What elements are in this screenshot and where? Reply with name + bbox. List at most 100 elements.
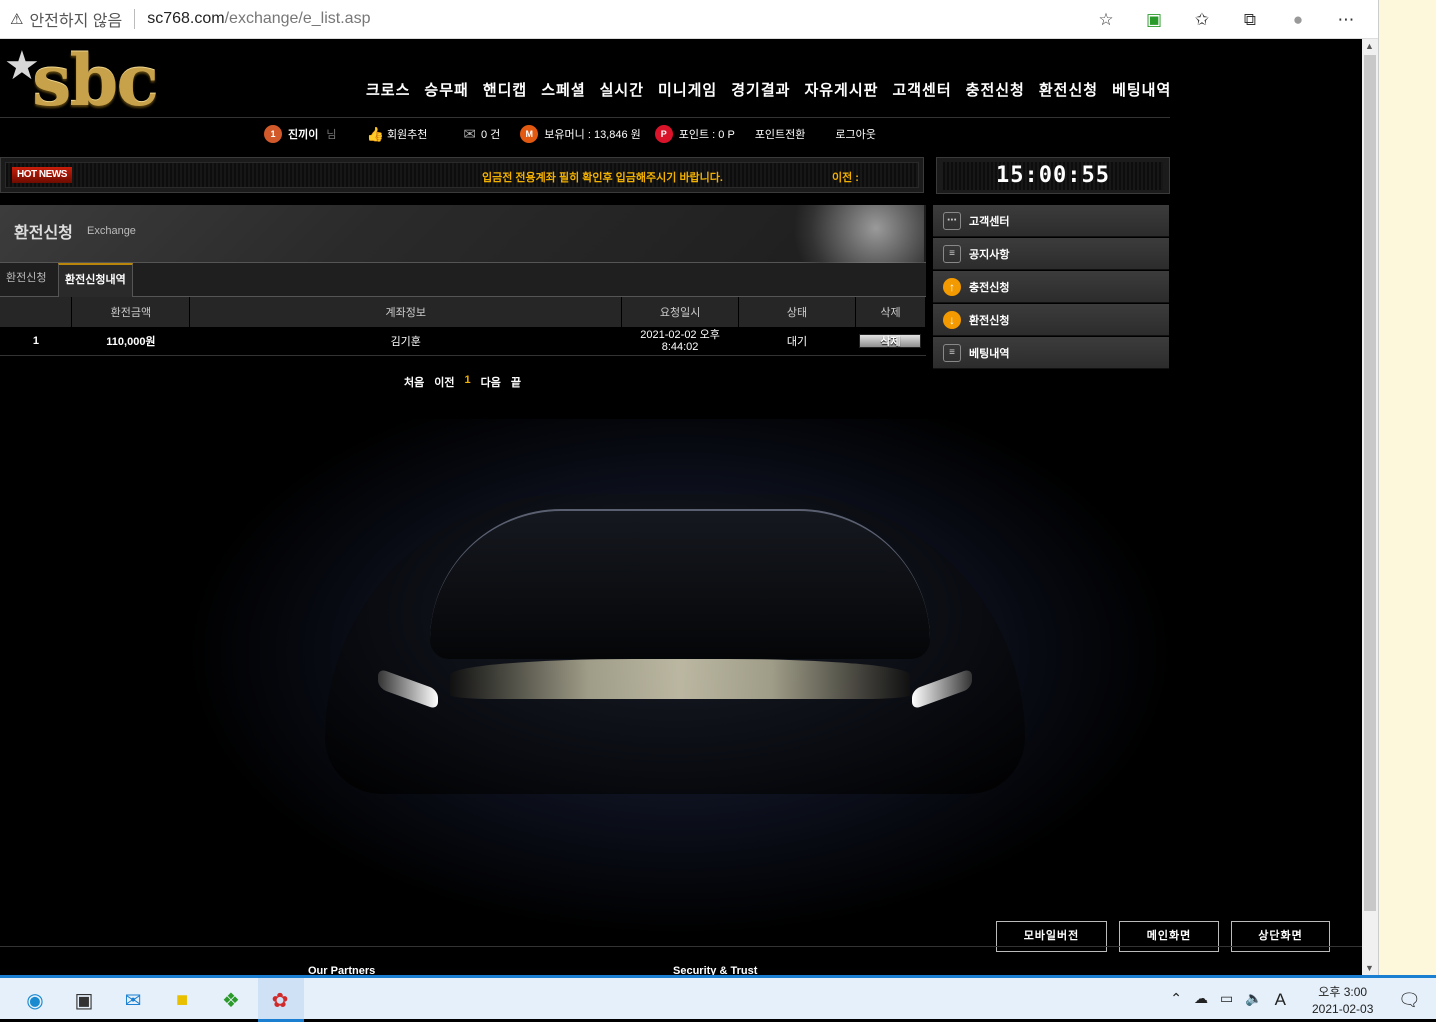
nav-live[interactable]: 실시간 [600, 79, 644, 100]
chat-icon: ⋯ [943, 211, 961, 230]
nav-results[interactable]: 경기결과 [731, 79, 790, 100]
scroll-down-icon[interactable]: ▼ [1365, 963, 1374, 973]
favorites-icon[interactable]: ✩ [1190, 10, 1214, 30]
store-icon[interactable]: ▣ [68, 984, 100, 1016]
news-ticker: HOT NEWS 입금전 전용계좌 필히 확인후 입금해주시기 바랍니다. 이전… [0, 157, 924, 193]
scroll-top-button[interactable]: 상단화면 [1231, 921, 1330, 952]
arrow-down-icon: ↓ [943, 310, 961, 329]
notice-icon: ≡ [943, 244, 961, 263]
nav-exchange[interactable]: 환전신청 [1039, 79, 1098, 100]
browser-address-bar: ⚠ 안전하지 않음 sc768.com/exchange/e_list.asp … [0, 0, 1378, 39]
col-amount: 환전금액 [71, 297, 191, 327]
nav-support[interactable]: 고객센터 [892, 79, 951, 100]
car-hood-highlight [450, 659, 910, 699]
money-icon: M [520, 125, 539, 143]
page-next[interactable]: 다음 [481, 374, 501, 390]
col-status: 상태 [738, 297, 856, 327]
nav-board[interactable]: 자유게시판 [804, 79, 878, 100]
nav-handicap[interactable]: 핸디캡 [483, 79, 527, 100]
logout-link[interactable]: 로그아웃 [835, 126, 875, 142]
side-item-notice[interactable]: ≡ 공지사항 [933, 238, 1169, 270]
sticky-notes-icon[interactable]: ■ [166, 984, 198, 1016]
news-ticker-inner: HOT NEWS 입금전 전용계좌 필히 확인후 입금해주시기 바랍니다. 이전… [5, 162, 919, 188]
thumbs-up-icon: 👍 [366, 125, 384, 142]
warning-icon[interactable]: ⚠ [10, 10, 23, 28]
nav-cross[interactable]: 크로스 [366, 79, 410, 100]
edge-icon[interactable]: ◉ [19, 984, 51, 1016]
tray-time: 오후 3:00 [1318, 985, 1368, 999]
recommend-link[interactable]: 회원추천 [387, 126, 427, 142]
page-prev[interactable]: 이전 [434, 374, 454, 390]
logo-text: sbc [32, 39, 159, 122]
main-page-button[interactable]: 메인화면 [1119, 921, 1219, 952]
network-icon[interactable]: ▭ [1220, 990, 1233, 1010]
page-last[interactable]: 끝 [511, 374, 521, 390]
page-first[interactable]: 처음 [404, 374, 424, 390]
clock-tray[interactable]: 오후 3:00 2021-02-03 [1312, 984, 1373, 1018]
news-prev[interactable]: 이전 : [832, 169, 859, 185]
table-header-row: 환전금액 계좌정보 요청일시 상태 삭제 [0, 297, 927, 327]
divider [0, 946, 1362, 947]
page-content: ★ sbc 크로스 승무패 핸디캡 스페셜 실시간 미니게임 경기결과 자유게시… [0, 39, 1362, 975]
page-current[interactable]: 1 [465, 374, 471, 390]
favorite-add-icon[interactable]: ☆ [1094, 10, 1118, 30]
nav-bet-history[interactable]: 베팅내역 [1112, 79, 1171, 100]
extension-icon[interactable]: ▣ [1142, 10, 1166, 30]
scroll-up-icon[interactable]: ▲ [1365, 41, 1374, 51]
collections-icon[interactable]: ⧉ [1238, 10, 1262, 30]
scroll-thumb[interactable] [1364, 55, 1376, 911]
clock: 15:00:55 [943, 162, 1163, 190]
nav-deposit[interactable]: 충전신청 [966, 79, 1025, 100]
side-item-exchange[interactable]: ↓ 환전신청 [933, 304, 1169, 336]
profile-icon[interactable]: ● [1286, 10, 1310, 30]
point-balance: 포인트 : 0 P [678, 129, 735, 141]
level-icon: 1 [264, 125, 282, 143]
coins-image [764, 205, 924, 263]
side-item-bet-history[interactable]: ≡ 베팅내역 [933, 337, 1169, 369]
more-icon[interactable]: ⋯ [1334, 10, 1358, 30]
nav-minigame[interactable]: 미니게임 [658, 79, 717, 100]
side-item-deposit[interactable]: ↑ 충전신청 [933, 271, 1169, 303]
news-text[interactable]: 입금전 전용계좌 필히 확인후 입금해주시기 바랍니다. [482, 169, 723, 185]
clock-box: 15:00:55 [936, 157, 1170, 194]
site-logo[interactable]: ★ sbc [4, 39, 184, 122]
chevron-up-icon[interactable]: ⌃ [1170, 990, 1182, 1010]
pagination: 처음 이전 1 다음 끝 [404, 374, 521, 390]
cloud-icon[interactable]: ☁ [1194, 990, 1208, 1010]
system-tray: ⌃ ☁ ▭ 🔈 A [1170, 990, 1286, 1010]
envelope-icon[interactable]: ✉ [463, 125, 476, 143]
ime-indicator[interactable]: A [1275, 990, 1286, 1010]
url-field[interactable]: sc768.com/exchange/e_list.asp [147, 10, 370, 28]
paint-icon[interactable]: ✿ [264, 984, 296, 1016]
divider [134, 9, 136, 29]
col-no [0, 297, 73, 327]
side-item-support[interactable]: ⋯ 고객센터 [933, 205, 1169, 237]
tab-exchange-history[interactable]: 환전신청내역 [58, 263, 133, 297]
nav-special[interactable]: 스페셜 [541, 79, 585, 100]
table-row: 1 110,000원 김기훈 2021-02-02 오후 8:44:02 대기 삭… [0, 327, 926, 356]
nav-win-draw-lose[interactable]: 승무패 [424, 79, 468, 100]
url-path: /exchange/e_list.asp [224, 10, 371, 27]
point-convert-link[interactable]: 포인트전환 [755, 126, 806, 142]
page-subtitle: Exchange [87, 225, 136, 237]
volume-icon[interactable]: 🔈 [1245, 990, 1262, 1010]
page-scrollbar[interactable]: ▲ ▼ [1362, 39, 1378, 975]
honorific: 님 [326, 129, 337, 141]
main-nav: 크로스 승무패 핸디캡 스페셜 실시간 미니게임 경기결과 자유게시판 고객센터… [366, 79, 1171, 100]
col-delete: 삭제 [855, 297, 927, 327]
list-icon: ≡ [943, 343, 961, 362]
divider [0, 117, 1170, 118]
row-date-line2: 8:44:02 [661, 340, 699, 353]
row-delete-cell: 삭제 [855, 327, 926, 356]
mobile-version-button[interactable]: 모바일버전 [996, 921, 1107, 952]
message-count[interactable]: 0 건 [481, 126, 500, 142]
mail-icon[interactable]: ✉ [117, 984, 149, 1016]
arrow-up-icon: ↑ [943, 277, 961, 296]
delete-button[interactable]: 삭제 [859, 333, 922, 348]
notification-icon[interactable]: 🗨 [1398, 990, 1421, 1011]
insecure-label[interactable]: 안전하지 않음 [29, 7, 122, 31]
side-item-label: 충전신청 [969, 281, 1010, 294]
tab-exchange-request[interactable]: 환전신청 [0, 263, 52, 297]
side-item-label: 고객센터 [969, 215, 1010, 228]
app-icon[interactable]: ❖ [215, 984, 247, 1016]
